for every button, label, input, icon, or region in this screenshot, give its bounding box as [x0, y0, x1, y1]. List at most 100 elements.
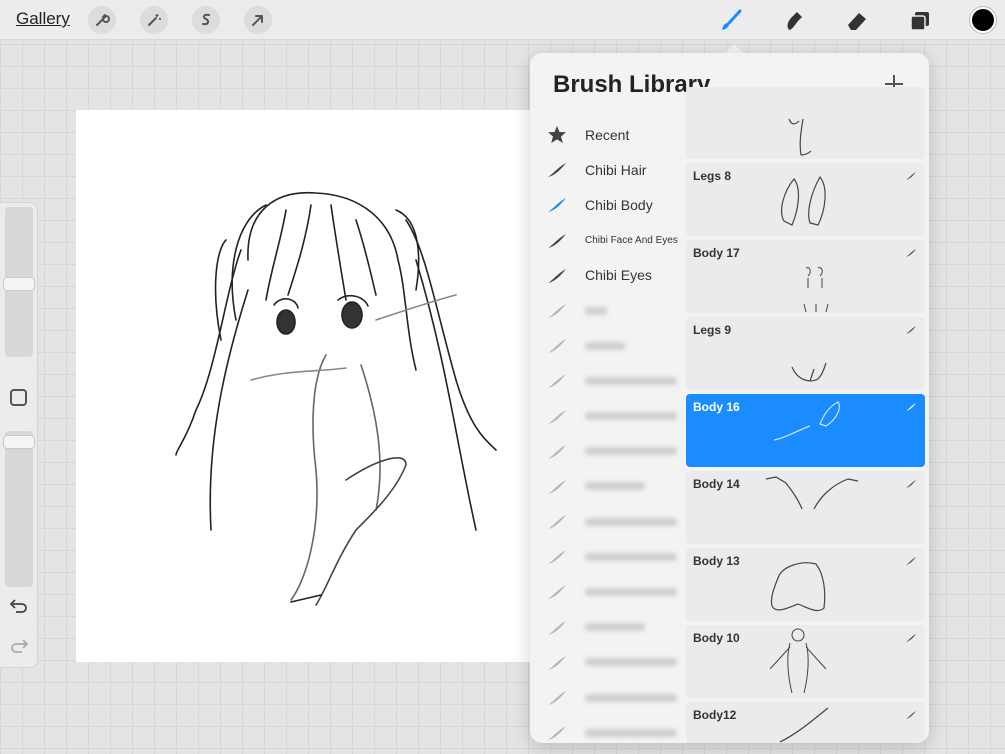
brush-stroke-icon — [906, 326, 916, 334]
eraser-icon[interactable] — [842, 6, 872, 36]
smudge-icon[interactable] — [778, 6, 808, 36]
blurred-label — [585, 728, 677, 737]
brush-stroke-icon — [548, 479, 566, 494]
brush-set-label: Chibi Body — [585, 196, 653, 213]
wrench-icon[interactable] — [88, 6, 116, 34]
brush-name: Body 10 — [693, 631, 740, 645]
brush-set-blurred[interactable] — [530, 645, 686, 680]
blurred-label — [585, 447, 677, 456]
top-toolbar: Gallery — [0, 0, 1005, 40]
color-swatch-button[interactable] — [970, 7, 996, 33]
brush-stroke-icon — [548, 550, 566, 565]
opacity-slider[interactable] — [5, 431, 33, 587]
brush-card[interactable] — [686, 87, 925, 159]
brush-set-blurred[interactable] — [530, 363, 686, 398]
redo-icon[interactable] — [10, 639, 29, 658]
blurred-label — [585, 552, 677, 561]
blurred-label — [585, 658, 677, 667]
blurred-label — [585, 623, 645, 632]
brush-set-blurred[interactable] — [530, 504, 686, 539]
brush-set-chibi-eyes[interactable]: Chibi Eyes — [530, 258, 686, 293]
brush-card-selected[interactable]: Body 16 — [686, 394, 925, 467]
brush-stroke-icon — [548, 655, 566, 670]
brush-set-blurred[interactable] — [530, 680, 686, 715]
brush-set-blurred[interactable] — [530, 399, 686, 434]
brush-set-chibi-hair[interactable]: Chibi Hair — [530, 152, 686, 187]
brush-card[interactable]: Body 13 — [686, 548, 925, 621]
brush-set-chibi-body[interactable]: Chibi Body — [530, 187, 686, 222]
brush-preview — [773, 401, 840, 441]
brush-list: Legs 8 Body 17 Legs 9 Body 16 Body 14 Bo… — [686, 87, 925, 743]
brush-set-blurred[interactable] — [530, 293, 686, 328]
brush-icon[interactable] — [716, 6, 746, 36]
brush-stroke-icon — [548, 268, 566, 283]
brush-name: Legs 8 — [693, 169, 732, 183]
undo-icon[interactable] — [9, 599, 28, 618]
brush-stroke-icon — [548, 444, 566, 459]
brush-stroke-icon — [548, 339, 566, 354]
modify-button[interactable] — [10, 389, 27, 406]
selection-icon[interactable] — [192, 6, 220, 34]
brush-set-chibi-face-and-eyes[interactable]: Chibi Face And Eyes — [530, 223, 686, 258]
brush-preview — [788, 118, 812, 156]
brush-card[interactable]: Body 14 — [686, 471, 925, 544]
blurred-label — [585, 412, 677, 421]
star-icon — [548, 126, 566, 143]
brush-card[interactable]: Body12 — [686, 702, 925, 743]
brush-stroke-icon — [906, 403, 916, 411]
brush-preview — [781, 175, 826, 226]
brush-preview — [803, 267, 829, 312]
brush-stroke-icon — [548, 691, 566, 705]
layers-icon[interactable] — [905, 6, 935, 36]
brush-set-recent[interactable]: Recent — [530, 117, 686, 152]
brush-stroke-icon — [548, 163, 566, 178]
brush-stroke-icon — [906, 634, 916, 642]
brush-stroke-icon — [548, 726, 566, 741]
brush-set-list: Recent Chibi Hair Chibi Body Chibi Face … — [530, 117, 686, 743]
brush-stroke-icon — [906, 249, 916, 257]
brush-card[interactable]: Legs 9 — [686, 317, 925, 390]
brush-set-label: Chibi Eyes — [585, 267, 652, 284]
drawing-canvas[interactable] — [76, 110, 551, 662]
gallery-button[interactable]: Gallery — [16, 9, 70, 29]
brush-name: Legs 9 — [693, 323, 732, 337]
brush-stroke-icon — [548, 409, 566, 424]
brush-set-blurred[interactable] — [530, 434, 686, 469]
brush-set-blurred[interactable] — [530, 715, 686, 743]
brush-library-panel: Brush Library Recent Chibi Hair Chibi Bo… — [530, 53, 929, 743]
blurred-label — [585, 588, 677, 597]
brush-stroke-icon — [548, 620, 566, 635]
brush-set-blurred[interactable] — [530, 574, 686, 609]
blurred-label — [585, 482, 645, 491]
brush-set-blurred[interactable] — [530, 610, 686, 645]
blurred-label — [585, 376, 677, 385]
brush-set-label: Chibi Hair — [585, 161, 647, 178]
brush-stroke-icon — [906, 172, 916, 180]
brush-stroke-icon — [548, 585, 566, 600]
opacity-handle[interactable] — [3, 435, 35, 449]
magic-wand-icon[interactable] — [140, 6, 168, 34]
brush-set-blurred[interactable] — [530, 539, 686, 574]
brush-stroke-icon — [548, 233, 566, 248]
blurred-label — [585, 341, 625, 350]
blurred-label — [585, 306, 607, 315]
brush-set-label: Recent — [585, 126, 630, 143]
brush-stroke-icon — [906, 711, 916, 719]
brush-set-blurred[interactable] — [530, 469, 686, 504]
brush-preview — [765, 476, 859, 510]
brush-set-blurred[interactable] — [530, 328, 686, 363]
brush-name: Body 14 — [693, 477, 740, 491]
brush-card[interactable]: Body 10 — [686, 625, 925, 698]
brush-stroke-icon — [548, 303, 566, 318]
blurred-label — [585, 693, 677, 702]
brush-stroke-icon — [548, 374, 566, 389]
brush-preview — [791, 362, 827, 382]
brush-size-handle[interactable] — [3, 277, 35, 291]
brush-card[interactable]: Legs 8 — [686, 163, 925, 236]
brush-name: Body 16 — [693, 400, 740, 414]
chibi-sketch-artwork — [175, 191, 497, 606]
move-arrow-icon[interactable] — [244, 6, 272, 34]
brush-name: Body 13 — [693, 554, 740, 568]
brush-preview — [779, 707, 829, 743]
brush-card[interactable]: Body 17 — [686, 240, 925, 313]
